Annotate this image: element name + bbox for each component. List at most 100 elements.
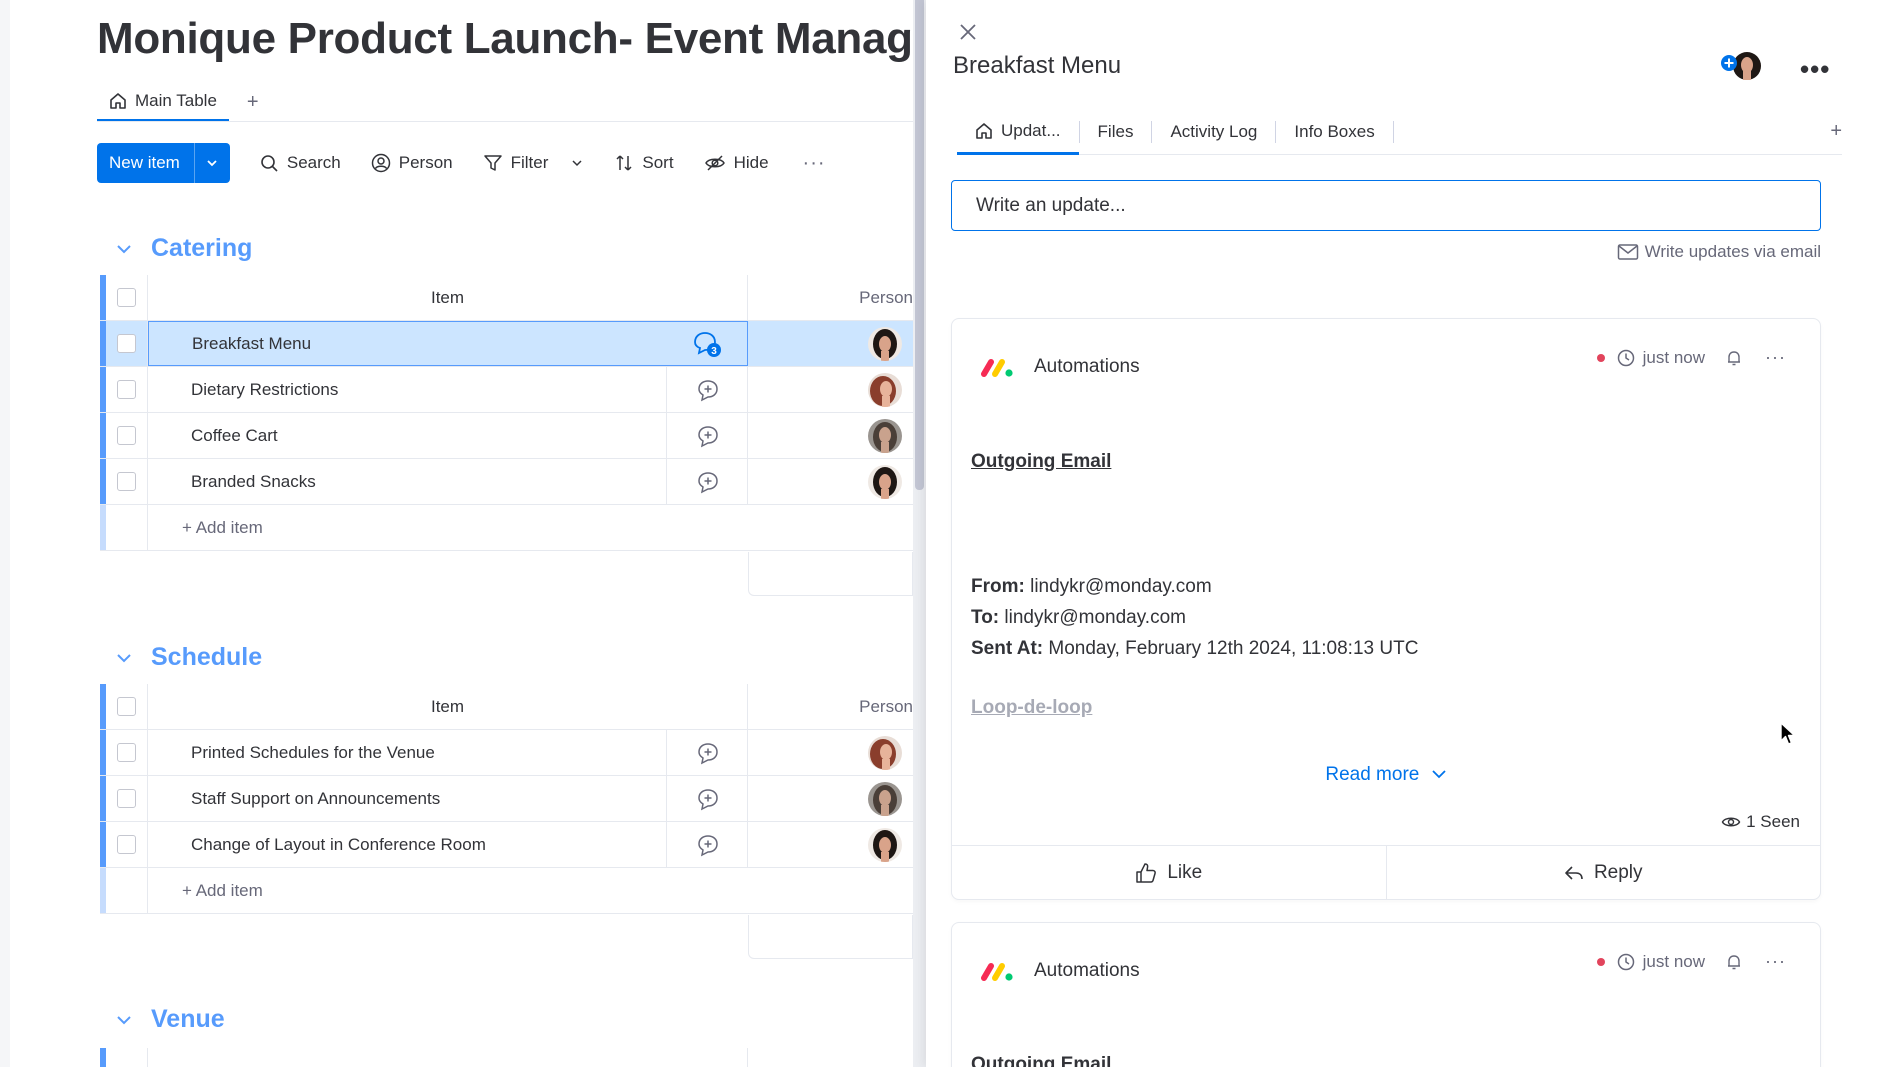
row-checkbox[interactable] <box>117 334 136 353</box>
avatar[interactable] <box>868 735 902 770</box>
person-column-header[interactable]: Person <box>748 684 913 729</box>
reply-button[interactable]: Reply <box>1385 846 1821 899</box>
board-title[interactable]: Monique Product Launch- Event Manage <box>97 14 913 64</box>
item-name-cell[interactable]: Dietary Restrictions <box>148 367 748 412</box>
search-button[interactable]: Search <box>260 153 341 173</box>
avatar[interactable] <box>868 827 902 862</box>
email-heading[interactable]: Outgoing Email <box>971 451 1111 473</box>
update-more-button[interactable]: ··· <box>1765 951 1786 972</box>
filter-button[interactable]: Filter <box>483 153 585 173</box>
person-filter-button[interactable]: Person <box>371 153 453 173</box>
chevron-down-icon[interactable] <box>115 240 133 258</box>
table-row[interactable]: Change of Layout in Conference Room <box>100 822 913 868</box>
item-column-header[interactable]: Item <box>148 684 748 729</box>
avatar[interactable] <box>868 326 902 361</box>
add-update-button[interactable] <box>666 413 748 458</box>
item-column-header[interactable]: Item <box>148 275 748 320</box>
author-name[interactable]: Automations <box>1034 356 1140 378</box>
add-tab-button[interactable]: + <box>1830 120 1842 143</box>
board-scrollbar[interactable] <box>913 0 926 1067</box>
group-title[interactable]: Venue <box>151 1005 225 1034</box>
row-checkbox[interactable] <box>117 789 136 808</box>
group-header-catering[interactable]: Catering <box>115 234 252 263</box>
person-cell[interactable] <box>748 321 913 366</box>
table-row[interactable]: Breakfast Menu 3 <box>100 321 913 367</box>
add-update-button[interactable] <box>666 367 748 412</box>
like-button[interactable]: Like <box>952 846 1386 899</box>
add-item-row[interactable]: + Add item <box>100 505 913 551</box>
update-more-button[interactable]: ··· <box>1765 347 1786 368</box>
row-checkbox[interactable] <box>117 426 136 445</box>
group-title[interactable]: Catering <box>151 234 252 263</box>
avatar[interactable] <box>868 418 902 453</box>
scrollbar-thumb[interactable] <box>915 0 924 490</box>
group-header-venue[interactable]: Venue <box>115 1005 225 1034</box>
item-column-header[interactable] <box>148 1048 748 1067</box>
tab-main-table[interactable]: Main Table <box>97 82 229 122</box>
hide-button[interactable]: Hide <box>704 153 769 173</box>
add-item-row[interactable]: + Add item <box>100 868 913 914</box>
person-cell[interactable] <box>748 776 913 821</box>
add-update-button[interactable] <box>666 730 748 775</box>
row-checkbox[interactable] <box>117 472 136 491</box>
add-view-button[interactable]: + <box>247 91 259 114</box>
author-name[interactable]: Automations <box>1034 960 1140 982</box>
person-cell[interactable] <box>748 730 913 775</box>
write-updates-via-email-link[interactable]: Write updates via email <box>1617 242 1821 262</box>
toolbar-more-button[interactable]: ··· <box>803 152 826 175</box>
bell-icon[interactable] <box>1725 953 1743 971</box>
item-name-cell[interactable]: Printed Schedules for the Venue <box>148 730 748 775</box>
person-cell[interactable] <box>748 459 913 504</box>
row-checkbox[interactable] <box>117 380 136 399</box>
person-cell[interactable] <box>748 413 913 458</box>
add-update-button[interactable] <box>666 822 748 867</box>
table-row[interactable]: Coffee Cart <box>100 413 913 459</box>
person-column-header[interactable]: Person <box>748 275 913 320</box>
tab-updates[interactable]: Updat... <box>957 110 1079 155</box>
add-update-button[interactable] <box>666 776 748 821</box>
email-body-link[interactable]: Loop-de-loop <box>971 697 1092 719</box>
select-all-checkbox[interactable] <box>117 288 136 307</box>
avatar[interactable] <box>868 781 902 816</box>
loop-de-loop-link[interactable]: Loop-de-loop <box>971 697 1092 718</box>
item-name-cell[interactable]: Change of Layout in Conference Room <box>148 822 748 867</box>
tab-activity-log[interactable]: Activity Log <box>1152 110 1275 155</box>
updates-button[interactable]: 3 <box>666 321 748 366</box>
item-name-cell[interactable]: Branded Snacks <box>148 459 748 504</box>
person-cell[interactable] <box>748 822 913 867</box>
group-header-schedule[interactable]: Schedule <box>115 643 262 672</box>
chevron-down-icon[interactable] <box>115 649 133 667</box>
avatar[interactable] <box>868 464 902 499</box>
sort-button[interactable]: Sort <box>614 153 674 173</box>
add-item-input[interactable]: + Add item <box>148 868 913 913</box>
add-update-button[interactable] <box>666 459 748 504</box>
add-item-input[interactable]: + Add item <box>148 505 913 550</box>
item-name-cell[interactable]: Breakfast Menu <box>148 321 748 366</box>
person-cell[interactable] <box>748 367 913 412</box>
chevron-down-icon[interactable] <box>115 1011 133 1029</box>
row-checkbox[interactable] <box>117 835 136 854</box>
outgoing-email-link[interactable]: Outgoing Email <box>971 451 1111 472</box>
item-name-cell[interactable]: Coffee Cart <box>148 413 748 458</box>
read-more-button[interactable]: Read more <box>952 764 1820 786</box>
outgoing-email-link[interactable]: Outgoing Email <box>971 1054 1111 1067</box>
table-row[interactable]: Dietary Restrictions <box>100 367 913 413</box>
chevron-down-icon[interactable] <box>570 156 584 170</box>
table-row[interactable]: Staff Support on Announcements <box>100 776 913 822</box>
group-title[interactable]: Schedule <box>151 643 262 672</box>
bell-icon[interactable] <box>1725 349 1743 367</box>
email-heading[interactable]: Outgoing Email <box>971 1054 1111 1067</box>
seen-count[interactable]: 1 Seen <box>1721 812 1800 832</box>
subscribers-button[interactable] <box>1719 50 1765 87</box>
table-row[interactable]: Branded Snacks <box>100 459 913 505</box>
tab-files[interactable]: Files <box>1080 110 1152 155</box>
select-all-checkbox[interactable] <box>117 697 136 716</box>
item-name-cell[interactable]: Staff Support on Announcements <box>148 776 748 821</box>
row-checkbox[interactable] <box>117 743 136 762</box>
panel-title[interactable]: Breakfast Menu <box>953 52 1121 80</box>
panel-more-button[interactable]: ••• <box>1800 54 1830 85</box>
table-row[interactable]: Printed Schedules for the Venue <box>100 730 913 776</box>
close-panel-button[interactable] <box>954 18 982 46</box>
write-update-input[interactable]: Write an update... <box>951 180 1821 231</box>
new-item-dropdown[interactable] <box>193 143 230 183</box>
